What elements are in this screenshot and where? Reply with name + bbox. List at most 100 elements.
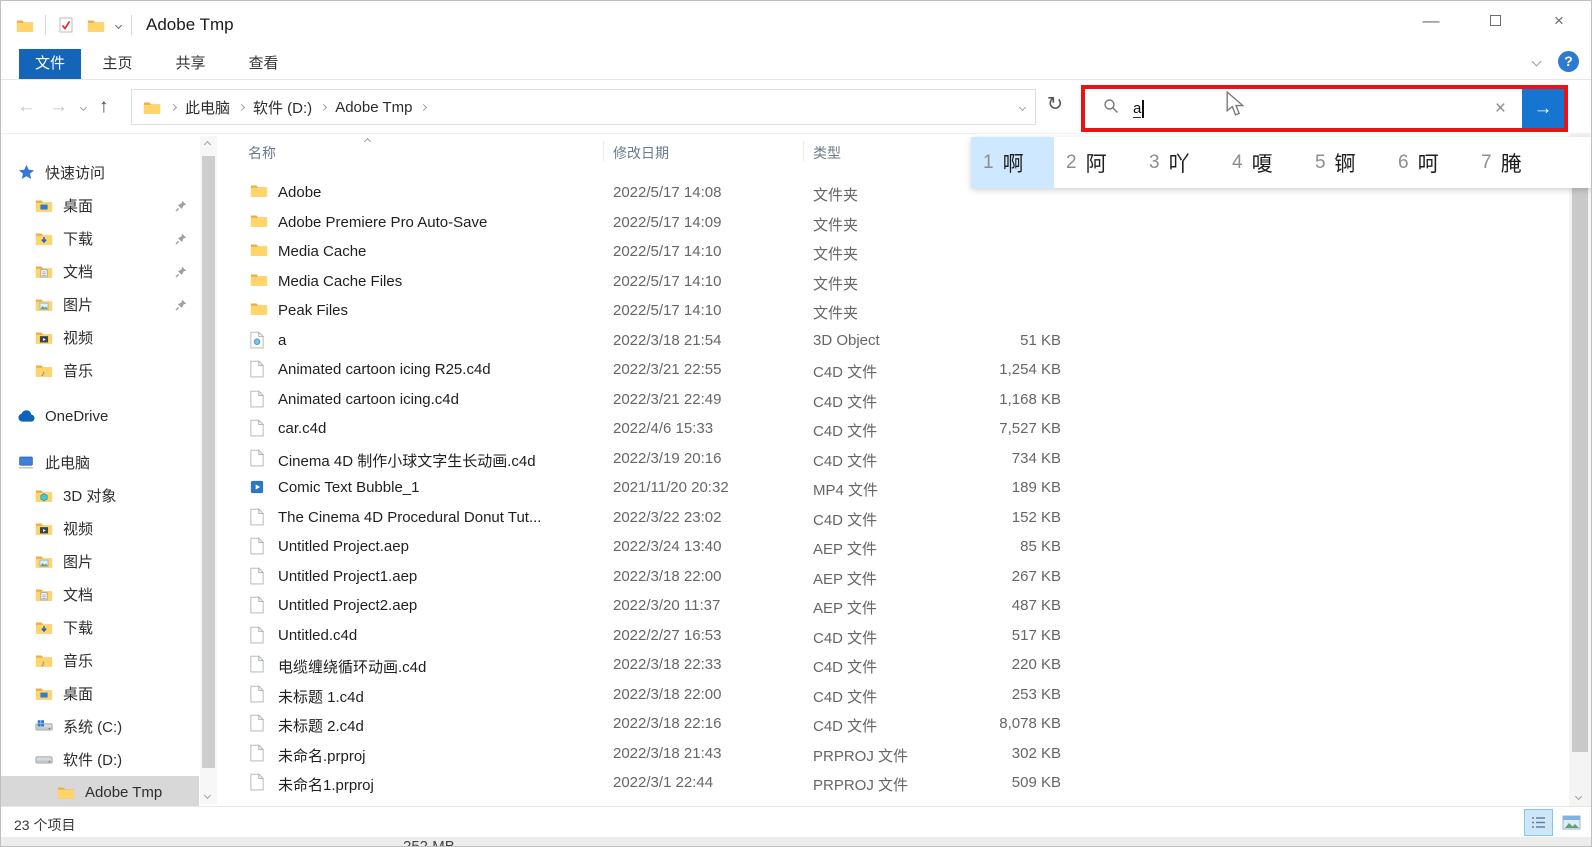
breadcrumb-chevron-icon[interactable] — [238, 103, 245, 110]
scrollbar-thumb[interactable] — [202, 156, 215, 768]
close-button[interactable]: × — [1527, 1, 1591, 41]
qat-chevron-down-icon[interactable] — [115, 21, 122, 28]
table-row[interactable]: Comic Text Bubble_12021/11/20 20:32MP4 文… — [231, 473, 1571, 503]
table-row[interactable]: car.c4d2022/4/6 15:33C4D 文件7,527 KB — [231, 414, 1571, 444]
table-row[interactable]: Media Cache2022/5/17 14:10文件夹 — [231, 237, 1571, 267]
cell-type: PRPROJ 文件 — [813, 774, 908, 795]
table-row[interactable]: Peak Files2022/5/17 14:10文件夹 — [231, 296, 1571, 326]
sidebar-item-视频[interactable]: 视频 — [1, 321, 199, 354]
sidebar-item-下载[interactable]: 下载 — [1, 222, 199, 255]
table-row[interactable]: a2022/3/18 21:543D Object51 KB — [231, 326, 1571, 356]
checkmark-icon[interactable] — [56, 17, 76, 33]
folder-music-icon: ♪ — [34, 363, 54, 378]
ime-candidate[interactable]: 6呵 — [1386, 137, 1469, 188]
ribbon-tab[interactable]: 主页 — [81, 49, 154, 79]
breadcrumb-chevron-icon[interactable] — [320, 103, 327, 110]
cell-size: 7,527 KB — [941, 420, 1061, 437]
cell-type: C4D 文件 — [813, 391, 877, 412]
column-header-date[interactable]: 修改日期 — [613, 143, 669, 163]
refresh-button[interactable]: ↻ — [1047, 93, 1063, 116]
breadcrumb-chevron-icon[interactable] — [170, 103, 177, 110]
ime-candidate[interactable]: 4嗄 — [1220, 137, 1303, 188]
breadcrumb-item[interactable]: 此电脑 — [185, 97, 230, 118]
file-list-scrollbar[interactable] — [1569, 134, 1591, 806]
sidebar-item-视频[interactable]: 视频 — [1, 512, 199, 545]
thumbnail-view-button[interactable] — [1558, 810, 1585, 835]
minimize-button[interactable]: — — [1399, 1, 1463, 41]
scrollbar-thumb[interactable] — [1572, 154, 1588, 752]
table-row[interactable]: 未命名.prproj2022/3/18 21:43PRPROJ 文件302 KB — [231, 739, 1571, 769]
up-button[interactable]: ↑ — [99, 96, 109, 118]
table-row[interactable]: 未标题 1.c4d2022/3/18 22:00C4D 文件253 KB — [231, 680, 1571, 710]
column-divider[interactable] — [603, 141, 604, 161]
ribbon-collapse-chevron-icon[interactable] — [1532, 57, 1542, 67]
table-row[interactable]: Untitled Project1.aep2022/3/18 22:00AEP … — [231, 562, 1571, 592]
search-box-annotated[interactable]: a × → — [1081, 85, 1568, 132]
table-row[interactable]: 未标题 2.c4d2022/3/18 22:16C4D 文件8,078 KB — [231, 709, 1571, 739]
sidebar-item-Adobe-Tmp[interactable]: Adobe Tmp — [1, 776, 199, 806]
breadcrumb-chevron-icon[interactable] — [420, 103, 427, 110]
sidebar-item-图片[interactable]: 图片 — [1, 545, 199, 578]
ribbon-tab[interactable]: 查看 — [227, 49, 300, 79]
table-row[interactable]: Untitled Project2.aep2022/3/20 11:37AEP … — [231, 591, 1571, 621]
breadcrumb-item[interactable]: 软件 (D:) — [253, 97, 312, 118]
sidebar-item-下载[interactable]: 下载 — [1, 611, 199, 644]
search-go-button[interactable]: → — [1522, 89, 1564, 128]
sidebar-item-3D-对象[interactable]: 3D 对象 — [1, 479, 199, 512]
sidebar-item-音乐[interactable]: ♪音乐 — [1, 354, 199, 387]
help-icon[interactable]: ? — [1558, 51, 1579, 72]
sidebar-item-系统-(C:)[interactable]: 系统 (C:) — [1, 710, 199, 743]
maximize-button[interactable] — [1463, 1, 1527, 41]
address-bar[interactable]: 此电脑 软件 (D:) Adobe Tmp — [131, 89, 1036, 125]
search-input[interactable]: a — [1133, 100, 1144, 118]
sidebar-item-文档[interactable]: 文档 — [1, 255, 199, 288]
back-button[interactable]: ← — [17, 96, 36, 118]
table-row[interactable]: Adobe Premiere Pro Auto-Save2022/5/17 14… — [231, 208, 1571, 238]
breadcrumb-item[interactable]: Adobe Tmp — [335, 99, 412, 116]
ime-candidate[interactable]: 5锕 — [1303, 137, 1386, 188]
folder-3d-icon — [34, 488, 54, 503]
address-dropdown-chevron-icon[interactable] — [1019, 103, 1026, 110]
sidebar-item-桌面[interactable]: 桌面 — [1, 677, 199, 710]
sidebar-item-图片[interactable]: 图片 — [1, 288, 199, 321]
column-divider[interactable] — [803, 141, 804, 161]
table-row[interactable]: 未命名1.prproj2022/3/1 22:44PRPROJ 文件509 KB — [231, 768, 1571, 798]
folder-icon[interactable] — [86, 18, 106, 33]
ime-candidate[interactable]: 7腌 — [1469, 137, 1552, 188]
ime-candidate[interactable]: 2阿 — [1054, 137, 1137, 188]
sidebar-item-音乐[interactable]: ♪音乐 — [1, 644, 199, 677]
column-header-name[interactable]: 名称 — [248, 143, 276, 163]
sidebar-item-文档[interactable]: 文档 — [1, 578, 199, 611]
table-row[interactable]: Media Cache Files2022/5/17 14:10文件夹 — [231, 267, 1571, 297]
table-row[interactable]: Cinema 4D 制作小球文字生长动画.c4d2022/3/19 20:16C… — [231, 444, 1571, 474]
ime-candidate[interactable]: 3吖 — [1137, 137, 1220, 188]
sidebar-item-快速访问[interactable]: 快速访问 — [1, 156, 199, 189]
cell-date: 2022/3/21 22:55 — [613, 361, 721, 378]
table-row[interactable]: Animated cartoon icing.c4d2022/3/21 22:4… — [231, 385, 1571, 415]
forward-button[interactable]: → — [49, 96, 68, 118]
ribbon-tab[interactable]: 文件 — [19, 49, 81, 79]
recent-locations-chevron-icon[interactable] — [80, 103, 87, 110]
scroll-down-icon[interactable] — [1575, 793, 1582, 800]
cell-size: 51 KB — [941, 332, 1061, 349]
cell-date: 2022/3/18 22:00 — [613, 568, 721, 585]
table-row[interactable]: 电缆缠绕循环动画.c4d2022/3/18 22:33C4D 文件220 KB — [231, 650, 1571, 680]
scroll-down-icon[interactable] — [204, 792, 211, 799]
sidebar-item-软件-(D:)[interactable]: 软件 (D:) — [1, 743, 199, 776]
sidebar-scrollbar[interactable] — [200, 136, 217, 804]
sidebar-item-桌面[interactable]: 桌面 — [1, 189, 199, 222]
cell-type: C4D 文件 — [813, 420, 877, 441]
sidebar-item-此电脑[interactable]: 此电脑 — [1, 446, 199, 479]
table-row[interactable]: Untitled Project.aep2022/3/24 13:40AEP 文… — [231, 532, 1571, 562]
table-row[interactable]: The Cinema 4D Procedural Donut Tut...202… — [231, 503, 1571, 533]
column-header-type[interactable]: 类型 — [813, 143, 841, 163]
scroll-up-icon[interactable] — [204, 141, 211, 148]
sidebar-item-label: 文档 — [63, 584, 93, 605]
clear-search-icon[interactable]: × — [1495, 98, 1506, 120]
table-row[interactable]: Animated cartoon icing R25.c4d2022/3/21 … — [231, 355, 1571, 385]
table-row[interactable]: Untitled.c4d2022/2/27 16:53C4D 文件517 KB — [231, 621, 1571, 651]
sidebar-item-OneDrive[interactable]: OneDrive — [1, 400, 199, 433]
details-view-button[interactable] — [1525, 810, 1552, 835]
ribbon-tab[interactable]: 共享 — [154, 49, 227, 79]
ime-candidate[interactable]: 1啊 — [971, 137, 1054, 188]
